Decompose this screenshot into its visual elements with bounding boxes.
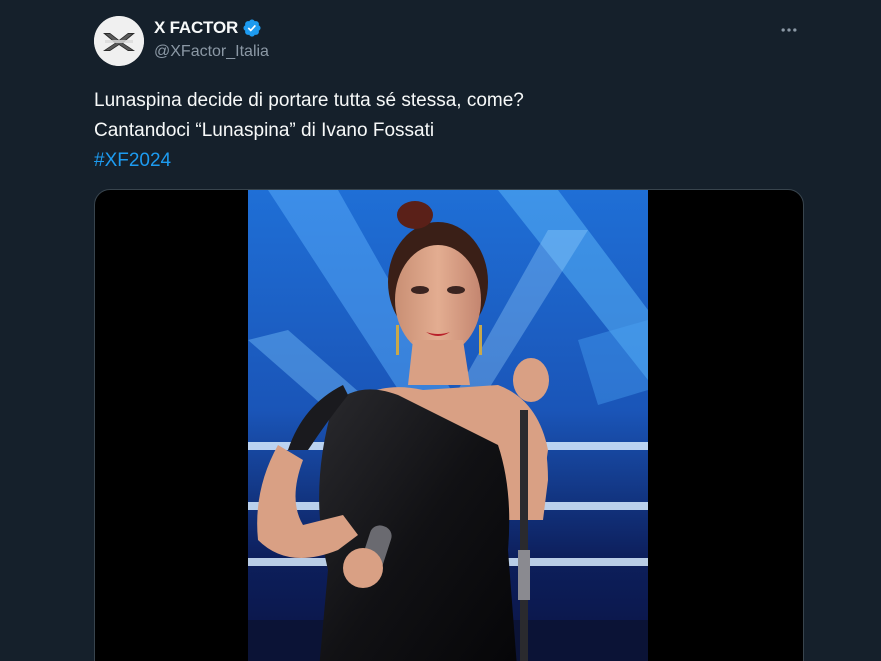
hashtag-link[interactable]: #XF2024 (94, 146, 794, 176)
tweet-text-line: Lunaspina decide di portare tutta sé ste… (94, 90, 524, 111)
author-display-name[interactable]: X FACTOR (154, 17, 238, 39)
more-options-icon (781, 28, 797, 32)
video-frame-image (248, 190, 648, 661)
verified-badge-icon[interactable] (242, 18, 262, 38)
tweet[interactable]: X FACTOR @XFactor_Italia Lunaspina decid… (0, 0, 881, 661)
tweet-header: X FACTOR @XFactor_Italia (154, 17, 269, 63)
more-options-button[interactable] (777, 18, 801, 42)
video-player[interactable] (94, 189, 804, 661)
author-name-row: X FACTOR (154, 17, 269, 39)
tweet-text-line: Cantandoci “Lunaspina” di Ivano Fossati (94, 120, 435, 141)
xfactor-logo-icon (94, 16, 144, 66)
avatar[interactable] (94, 16, 144, 66)
video-frame[interactable] (248, 190, 648, 661)
tweet-text: Lunaspina decide di portare tutta sé ste… (94, 86, 794, 176)
author-handle[interactable]: @XFactor_Italia (154, 41, 269, 63)
